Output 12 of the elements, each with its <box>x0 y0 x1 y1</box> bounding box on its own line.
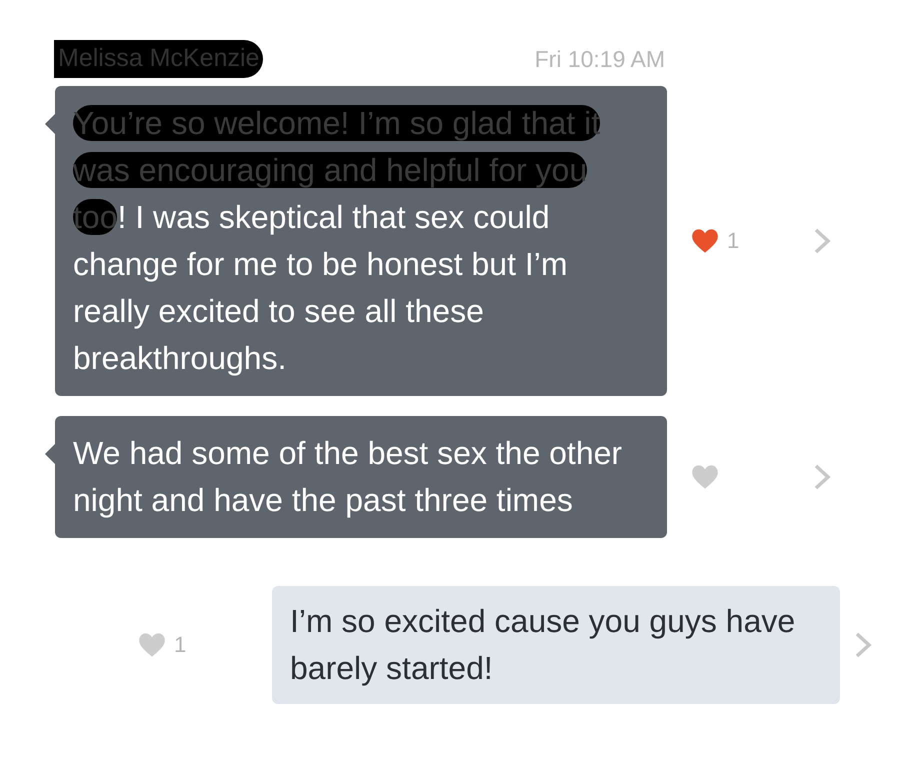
message-text: You’re so welcome! I’m so glad that it was encouraging and helpful for you too! I was skeptical that sex could change for me to be honest but I’m really excited to see all these breakthroughs. <box>73 104 602 378</box>
heart-icon[interactable] <box>138 632 166 658</box>
like-count: 1 <box>727 227 740 255</box>
timestamp: Fri 10:19 AM <box>534 44 665 74</box>
heart-icon[interactable] <box>691 228 719 254</box>
chevron-icon[interactable] <box>813 226 831 254</box>
chevron-icon[interactable] <box>813 462 831 490</box>
message-text: I’m so excited cause you guys have barely started! <box>290 602 796 688</box>
chevron-icon[interactable] <box>854 630 872 658</box>
heart-icon[interactable] <box>691 464 719 490</box>
like-count: 1 <box>174 631 186 659</box>
message-text: We had some of the best sex the other night and have the past three times <box>73 434 624 520</box>
